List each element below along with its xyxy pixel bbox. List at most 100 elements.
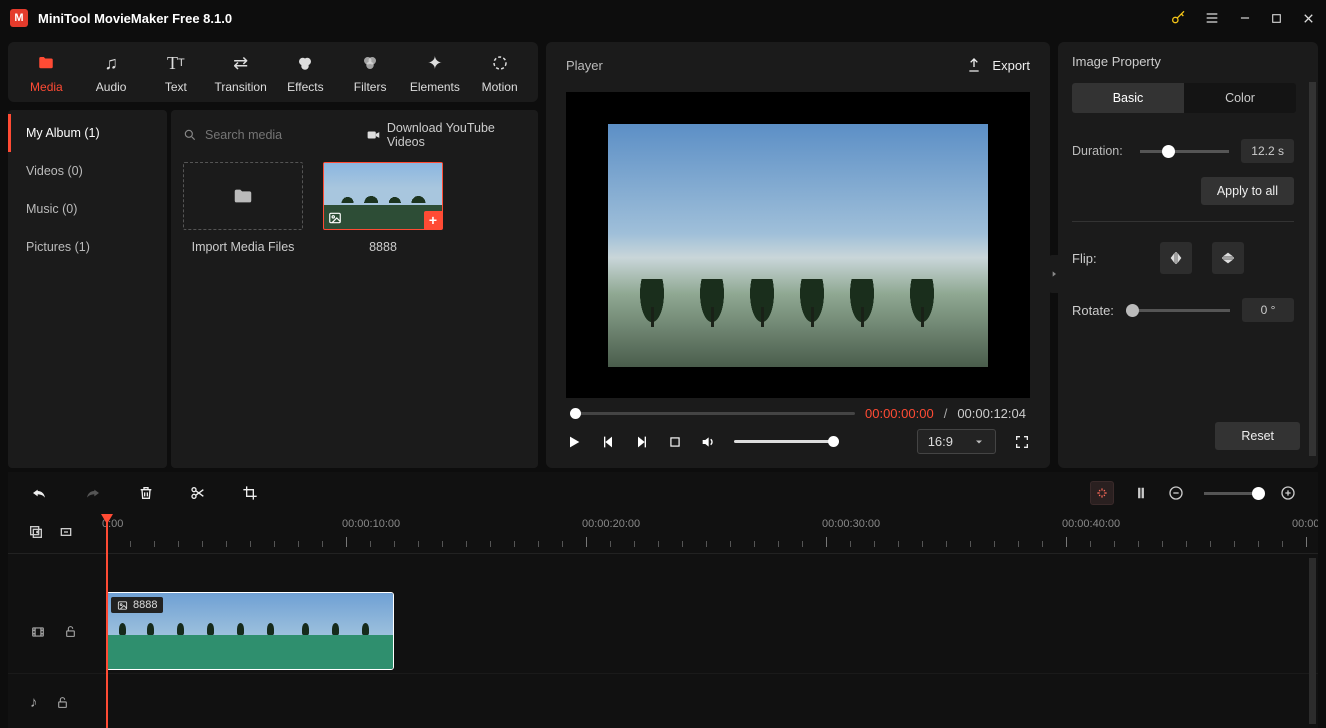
search-input[interactable] [205,128,366,142]
split-button[interactable] [190,485,206,501]
remove-track-button[interactable] [58,524,74,540]
ruler-label: 00:00:50 [1292,518,1318,530]
export-button[interactable]: Export [966,57,1030,73]
tab-text[interactable]: TTText [144,52,209,94]
preview-stage[interactable] [566,92,1030,398]
delete-button[interactable] [138,485,154,501]
menu-icon[interactable] [1204,10,1220,26]
export-icon [966,57,982,73]
duration-slider[interactable] [1140,150,1229,153]
duration-value[interactable]: 12.2 s [1241,139,1294,163]
app-logo-icon: M [10,9,28,27]
undo-button[interactable] [30,485,48,501]
tab-media[interactable]: Media [14,52,79,94]
download-youtube-link[interactable]: Download YouTube Videos [366,121,526,149]
zoom-in-button[interactable] [1280,485,1296,501]
time-current: 00:00:00:00 [865,406,934,421]
apply-to-all-button[interactable]: Apply to all [1201,177,1294,205]
time-total: 00:00:12:04 [957,406,1026,421]
timeline-clip-8888[interactable]: 8888 [106,592,394,670]
play-button[interactable] [566,434,582,450]
prev-frame-button[interactable] [600,434,616,450]
app-title: MiniTool MovieMaker Free 8.1.0 [38,11,232,26]
reset-button[interactable]: Reset [1215,422,1300,450]
timeline: 0:0000:00:10:0000:00:20:0000:00:30:0000:… [8,514,1318,728]
seek-slider[interactable] [570,412,855,415]
redo-button[interactable] [84,485,102,501]
import-media-card[interactable]: Import Media Files [183,162,303,254]
minimize-icon[interactable] [1238,11,1252,25]
flip-label: Flip: [1072,251,1140,266]
tab-transition[interactable]: ⇄Transition [208,52,273,94]
ruler-label: 00:00:20:00 [582,518,640,530]
player-panel: Player Export 00:00:00:00 / 00:00:12:04 [546,42,1050,468]
media-body: Download YouTube Videos Import Media Fil… [171,110,538,468]
thumb-label: 8888 [323,240,443,254]
properties-panel: Image Property Basic Color Duration: 12.… [1058,42,1318,468]
rotate-slider[interactable] [1126,309,1230,312]
properties-scrollbar[interactable] [1309,82,1316,456]
tab-motion[interactable]: Motion [467,52,532,94]
fullscreen-button[interactable] [1014,434,1030,450]
volume-button[interactable] [700,434,716,450]
close-icon[interactable] [1301,11,1316,26]
lock-icon[interactable] [64,624,77,639]
clip-label-chip: 8888 [111,597,163,613]
music-note-icon: ♫ [79,52,144,74]
auto-highlight-button[interactable] [1090,481,1114,505]
ruler-label: 00:00:30:00 [822,518,880,530]
timeline-ruler[interactable]: 0:0000:00:10:0000:00:20:0000:00:30:0000:… [8,514,1318,554]
properties-title: Image Property [1072,54,1314,69]
filters-icon [338,52,403,74]
audio-track-icon: ♪ [30,694,38,711]
main-tabbar: Media ♫Audio TTText ⇄Transition Effects … [8,42,538,102]
search-icon [183,128,197,142]
ruler-label: 00:00:40:00 [1062,518,1120,530]
video-track-icon [30,625,46,639]
aspect-ratio-select[interactable]: 16:9 [917,429,996,454]
add-to-timeline-button[interactable]: + [424,211,442,229]
license-key-icon[interactable] [1170,10,1186,26]
flip-vertical-button[interactable] [1212,242,1244,274]
zoom-slider[interactable] [1204,492,1260,495]
text-icon: TT [144,52,209,74]
tab-effects[interactable]: Effects [273,52,338,94]
import-media-label: Import Media Files [183,240,303,254]
sidebar-item-album[interactable]: My Album (1) [8,114,167,152]
sidebar-item-videos[interactable]: Videos (0) [8,152,167,190]
magnet-button[interactable] [1134,485,1148,501]
crop-button[interactable] [242,485,258,501]
sidebar-item-music[interactable]: Music (0) [8,190,167,228]
motion-icon [467,52,532,74]
stop-button[interactable] [668,435,682,449]
tab-elements[interactable]: ✦Elements [403,52,468,94]
tab-audio[interactable]: ♫Audio [79,52,144,94]
tab-filters[interactable]: Filters [338,52,403,94]
video-track: 8888 [8,590,1318,674]
media-sidebar: My Album (1) Videos (0) Music (0) Pictur… [8,110,167,468]
prop-tab-color[interactable]: Color [1184,83,1296,113]
media-thumb-8888[interactable]: + 8888 [323,162,443,254]
player-title: Player [566,58,603,73]
playhead[interactable] [106,514,108,728]
image-badge-icon [328,211,342,225]
video-download-icon [366,128,381,142]
folder-icon [14,52,79,74]
folder-icon [230,185,256,207]
search-media[interactable] [183,128,366,142]
lock-icon[interactable] [56,695,69,710]
image-icon [117,600,128,611]
volume-slider[interactable] [734,440,834,443]
rotate-value[interactable]: 0 ° [1242,298,1294,322]
zoom-out-button[interactable] [1168,485,1184,501]
next-frame-button[interactable] [634,434,650,450]
prop-tab-basic[interactable]: Basic [1072,83,1184,113]
maximize-icon[interactable] [1270,12,1283,25]
timeline-scrollbar[interactable] [1309,558,1316,724]
ruler-label: 00:00:10:00 [342,518,400,530]
flip-horizontal-button[interactable] [1160,242,1192,274]
sparkle-icon: ✦ [403,52,468,74]
add-track-button[interactable] [28,524,44,540]
sidebar-item-pictures[interactable]: Pictures (1) [8,228,167,266]
collapse-properties-button[interactable] [1049,255,1058,293]
